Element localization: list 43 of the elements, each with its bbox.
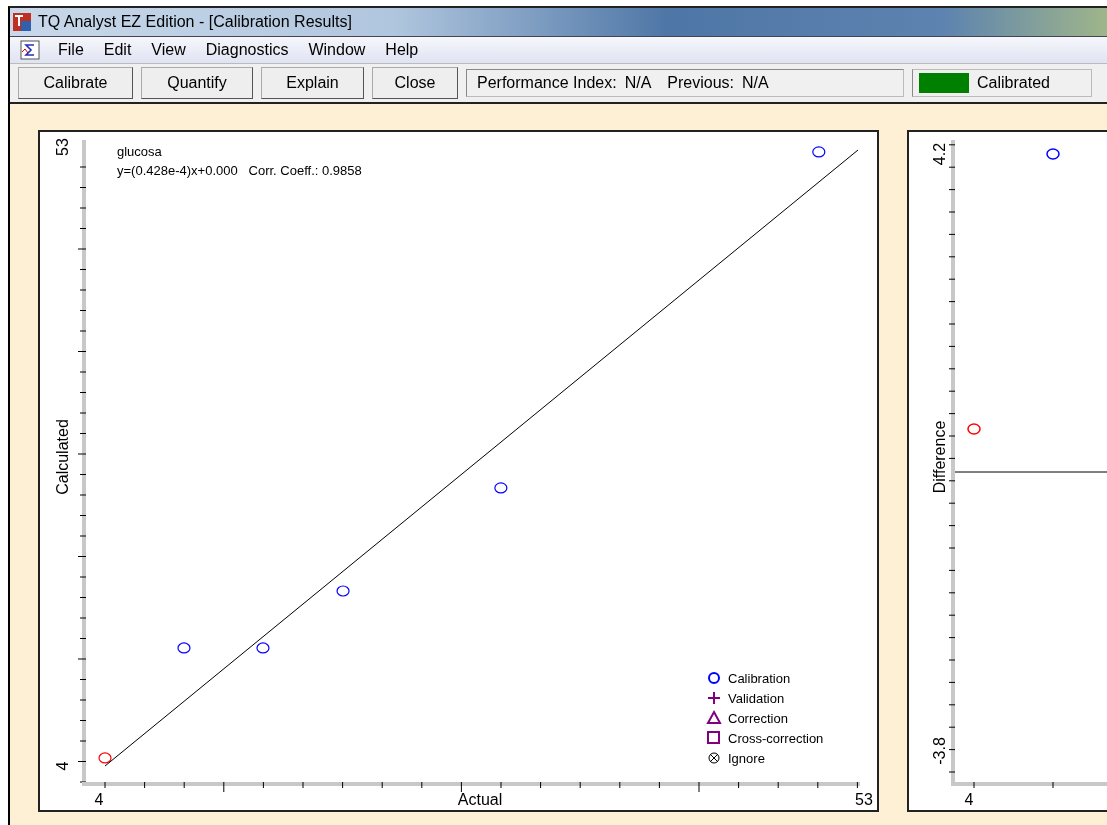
regression-equation: y=(0.428e-4)x+0.000 Corr. Coeff.: 0.9858	[117, 163, 362, 178]
y-axis-title: Difference	[931, 420, 948, 494]
performance-value: N/A	[624, 74, 652, 92]
legend-label: Calibration	[728, 671, 791, 686]
menu-item[interactable]: Edit	[93, 41, 142, 59]
y-tick-label: -3.8	[931, 737, 948, 765]
x-tick-label: 4	[94, 791, 104, 808]
menu-item[interactable]: Diagnostics	[195, 41, 299, 59]
y-axis-title: Calculated	[54, 419, 71, 495]
menu-item[interactable]: File	[48, 41, 94, 59]
app-icon	[12, 12, 32, 32]
toolbar-button[interactable]: Calibrate	[18, 67, 133, 99]
data-point[interactable]	[967, 423, 981, 435]
data-point[interactable]	[494, 482, 508, 494]
menu-item[interactable]: View	[141, 41, 196, 59]
toolbar-button[interactable]: Quantify	[141, 67, 253, 99]
status-label: Calibrated	[977, 74, 1050, 92]
legend-label: Correction	[728, 711, 788, 726]
data-point[interactable]	[812, 146, 826, 158]
menu-item[interactable]: Window	[298, 41, 376, 59]
data-point[interactable]	[336, 585, 350, 597]
legend-label: Cross-correction	[728, 731, 824, 746]
performance-label: Previous:	[667, 74, 734, 92]
performance-label: Performance Index:	[477, 74, 617, 92]
legend-label: Validation	[728, 691, 785, 706]
y-tick-label: 53	[54, 138, 71, 156]
data-point[interactable]	[98, 752, 112, 764]
x-axis-title: Actual	[457, 791, 503, 808]
toolbar-button[interactable]: Explain	[261, 67, 364, 99]
x-tick-label: 4	[964, 791, 974, 808]
performance-value: N/A	[742, 74, 769, 92]
legend-label: Ignore	[728, 751, 765, 766]
data-point[interactable]	[256, 642, 270, 654]
component-name: glucosa	[117, 144, 162, 159]
toolbar-button[interactable]: Close	[372, 67, 458, 99]
data-point[interactable]	[177, 642, 191, 654]
sigma-icon[interactable]	[20, 40, 40, 60]
x-tick-label: 53	[855, 791, 873, 808]
y-tick-label: 4.2	[931, 142, 948, 166]
data-point[interactable]	[1046, 148, 1060, 160]
window-title: TQ Analyst EZ Edition - [Calibration Results]	[38, 13, 352, 31]
menu-item[interactable]: Help	[375, 41, 429, 59]
y-tick-label: 4	[54, 761, 71, 771]
